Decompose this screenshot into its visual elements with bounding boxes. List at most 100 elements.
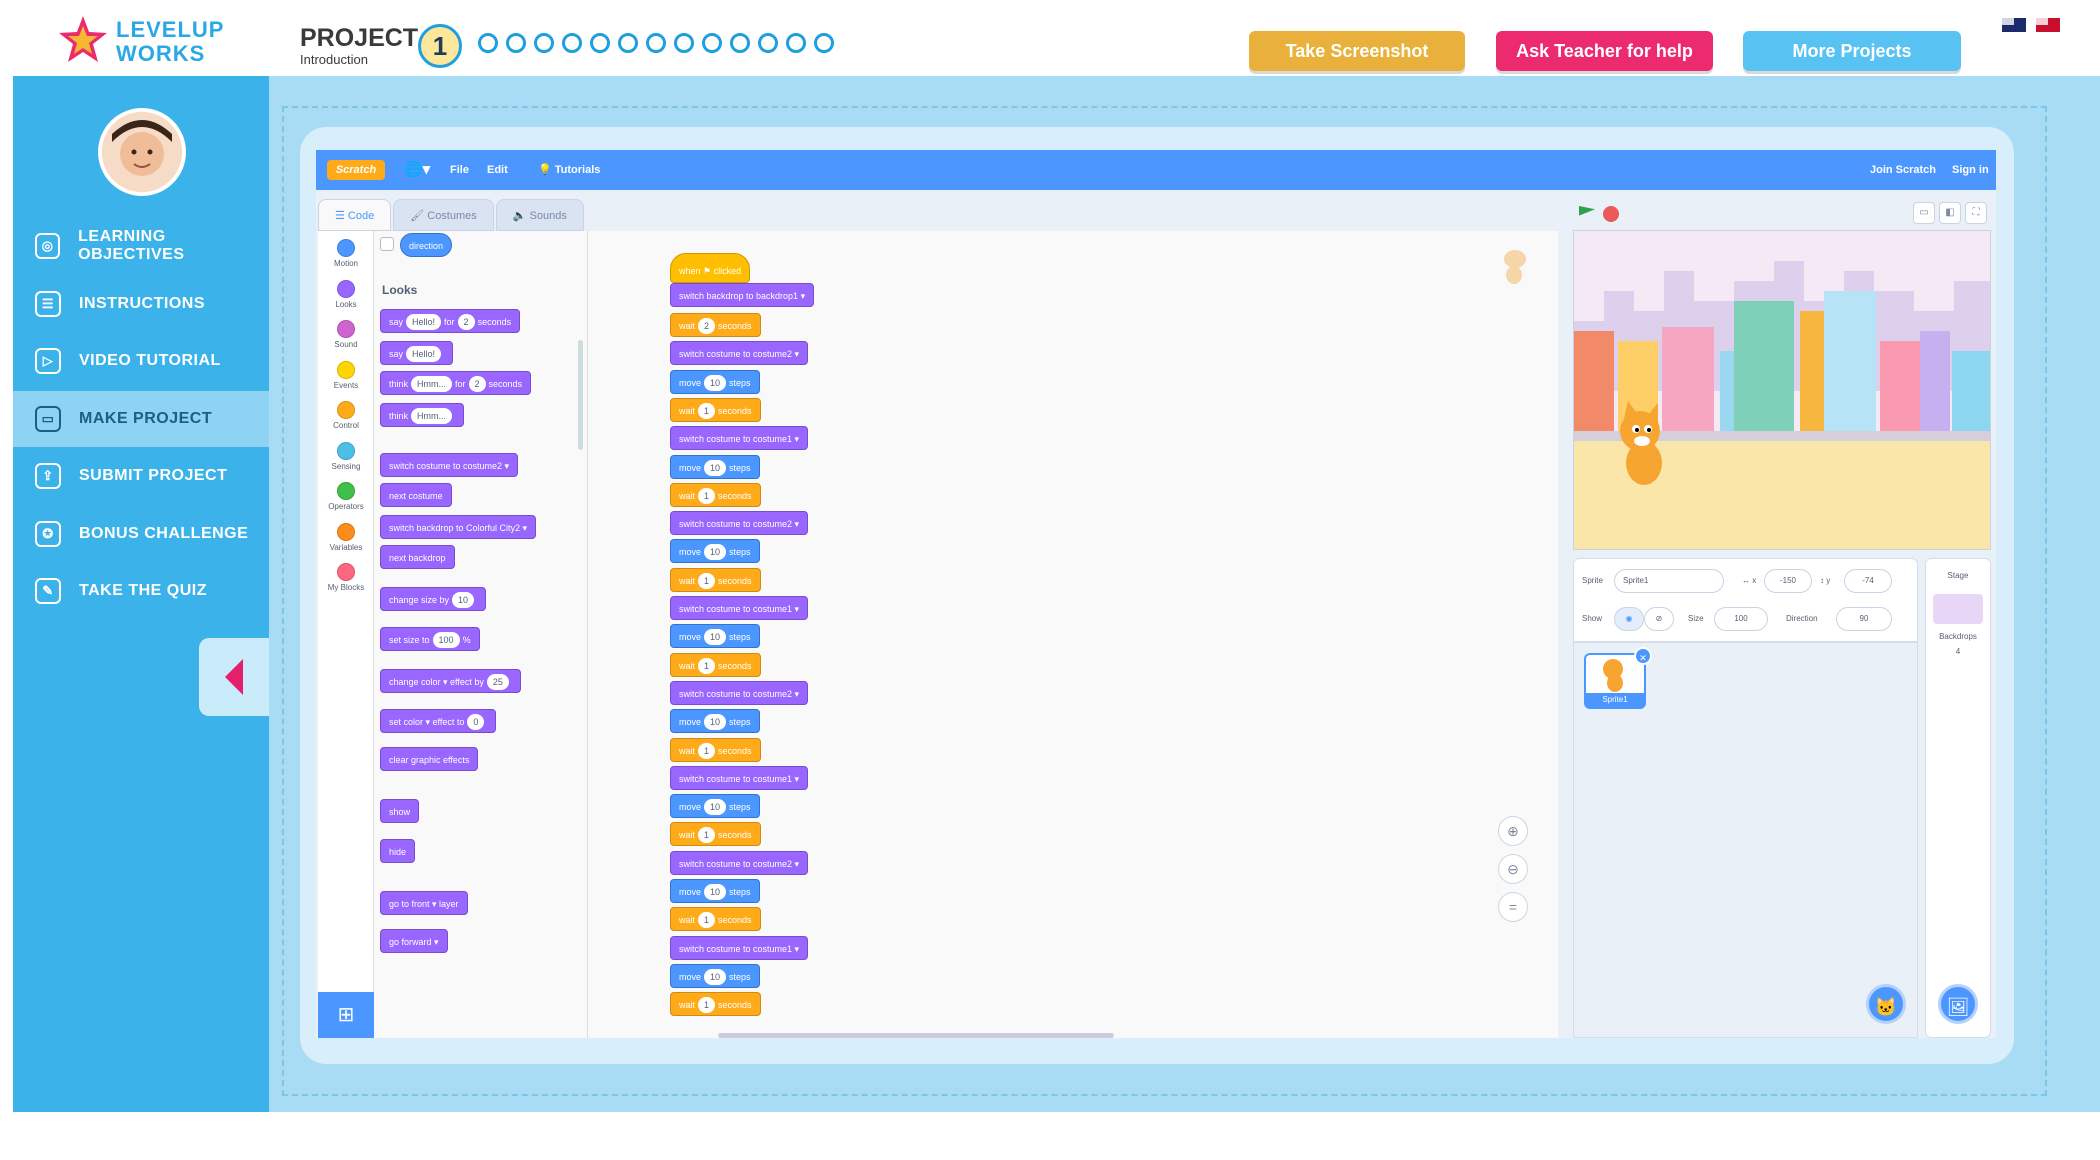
more-projects-button[interactable]: More Projects bbox=[1743, 31, 1961, 71]
move-script-block[interactable]: move 10 steps bbox=[670, 879, 760, 903]
category-motion[interactable]: Motion bbox=[318, 235, 374, 275]
switch-costume-script-block[interactable]: switch costume to costume1 ▾ bbox=[670, 596, 809, 620]
next-backdrop-block[interactable]: next backdrop bbox=[380, 545, 455, 569]
move-script-block[interactable]: move 10 steps bbox=[670, 624, 760, 649]
globe-icon[interactable]: 🌐▾ bbox=[404, 150, 430, 190]
zoom-in-button[interactable]: ⊕ bbox=[1498, 816, 1528, 846]
sidebar-item-learning-objectives[interactable]: ◎ LEARNING OBJECTIVES bbox=[13, 218, 269, 274]
hide-block[interactable]: hide bbox=[380, 839, 416, 863]
nz-flag-icon[interactable] bbox=[2002, 18, 2026, 32]
direction-input[interactable]: 90 bbox=[1836, 607, 1892, 631]
switch-backdrop-block[interactable]: switch backdrop to Colorful City2 ▾ bbox=[380, 515, 537, 539]
sidebar-item-make-project[interactable]: ▭ MAKE PROJECT bbox=[13, 390, 269, 447]
category-my-blocks[interactable]: My Blocks bbox=[318, 559, 374, 599]
step-dot[interactable] bbox=[814, 33, 834, 53]
move-script-block[interactable]: move 10 steps bbox=[670, 369, 760, 394]
sidebar-item-bonus-challenge[interactable]: ✪ BONUS CHALLENGE bbox=[13, 506, 269, 562]
switch-costume-script-block[interactable]: switch costume to costume2 ▾ bbox=[670, 511, 809, 536]
wait-script-block[interactable]: wait 1 seconds bbox=[670, 822, 761, 847]
step-dot[interactable] bbox=[590, 33, 610, 53]
y-position-input[interactable]: -74 bbox=[1844, 569, 1892, 593]
sidebar-item-video-tutorial[interactable]: ▷ VIDEO TUTORIAL bbox=[13, 333, 269, 389]
file-menu[interactable]: File bbox=[450, 150, 469, 190]
category-events[interactable]: Events bbox=[318, 357, 374, 397]
when-flag-clicked-block[interactable]: when ⚑ clicked bbox=[670, 253, 751, 283]
choose-sprite-button[interactable]: 🐱 bbox=[1866, 984, 1906, 1024]
say-block[interactable]: say Hello! bbox=[380, 341, 454, 365]
go-to-layer-block[interactable]: go to front ▾ layer bbox=[380, 891, 468, 915]
go-layers-block[interactable]: go forward ▾ bbox=[380, 929, 448, 953]
step-dot[interactable] bbox=[534, 33, 554, 53]
move-script-block[interactable]: move 10 steps bbox=[670, 539, 760, 564]
next-costume-block[interactable]: next costume bbox=[380, 483, 452, 507]
avatar[interactable] bbox=[98, 108, 186, 196]
edit-menu[interactable]: Edit bbox=[487, 150, 508, 190]
tutorials-menu[interactable]: 💡 Tutorials bbox=[538, 150, 600, 190]
wait-script-block[interactable]: wait 1 seconds bbox=[670, 397, 761, 422]
tab-sounds[interactable]: 🔈 Sounds bbox=[495, 199, 584, 231]
maori-flag-icon[interactable] bbox=[2036, 18, 2060, 32]
take-screenshot-button[interactable]: Take Screenshot bbox=[1249, 31, 1465, 71]
code-workspace[interactable]: when ⚑ clicked switch backdrop to backdr… bbox=[588, 231, 1558, 1038]
category-sensing[interactable]: Sensing bbox=[318, 438, 374, 478]
step-dot[interactable] bbox=[702, 33, 722, 53]
sidebar-item-instructions[interactable]: ☰ INSTRUCTIONS bbox=[13, 276, 269, 332]
add-extension-button[interactable]: ⊞ bbox=[318, 992, 374, 1038]
move-script-block[interactable]: move 10 steps bbox=[670, 454, 760, 479]
direction-checkbox[interactable] bbox=[380, 237, 394, 251]
wait-script-block[interactable]: wait 1 seconds bbox=[670, 907, 761, 932]
category-variables[interactable]: Variables bbox=[318, 519, 374, 559]
sidebar-item-submit-project[interactable]: ⇪ SUBMIT PROJECT bbox=[13, 448, 269, 504]
step-dot[interactable] bbox=[506, 33, 526, 53]
category-operators[interactable]: Operators bbox=[318, 478, 374, 518]
set-size-block[interactable]: set size to 100% bbox=[380, 627, 480, 651]
set-effect-block[interactable]: set color ▾ effect to 0 bbox=[380, 709, 497, 733]
step-dot[interactable] bbox=[618, 33, 638, 53]
logout-link[interactable]: ⇥ Log out bbox=[163, 1126, 203, 1160]
wait-script-block[interactable]: wait 2 seconds bbox=[670, 313, 761, 337]
large-stage-icon[interactable]: ◧ bbox=[1939, 202, 1961, 224]
change-size-block[interactable]: change size by 10 bbox=[380, 587, 487, 611]
switch-costume-script-block[interactable]: switch costume to costume1 ▾ bbox=[670, 935, 809, 960]
switch-backdrop-script-block[interactable]: switch backdrop to backdrop1 ▾ bbox=[670, 283, 815, 307]
sprite-thumbnail[interactable]: Sprite1 ✕ bbox=[1584, 647, 1652, 709]
show-block[interactable]: show bbox=[380, 799, 420, 823]
switch-costume-script-block[interactable]: switch costume to costume2 ▾ bbox=[670, 680, 809, 705]
wait-script-block[interactable]: wait 1 seconds bbox=[670, 992, 761, 1017]
small-stage-icon[interactable]: ▭ bbox=[1913, 202, 1935, 224]
ask-teacher-button[interactable]: Ask Teacher for help bbox=[1496, 31, 1713, 71]
wait-script-block[interactable]: wait 1 seconds bbox=[670, 482, 761, 507]
step-dot[interactable] bbox=[758, 33, 778, 53]
think-for-block[interactable]: think Hmm... for 2 seconds bbox=[380, 371, 532, 395]
direction-reporter-block[interactable]: direction bbox=[400, 233, 453, 257]
wait-script-block[interactable]: wait 1 seconds bbox=[670, 652, 761, 677]
step-dot[interactable] bbox=[786, 33, 806, 53]
stage-selector-pane[interactable]: Stage Backdrops 4 bbox=[1925, 558, 1991, 1038]
say-for-block[interactable]: say Hello! for 2 seconds bbox=[380, 309, 521, 333]
backdrop-thumbnail[interactable] bbox=[1933, 594, 1983, 624]
category-looks[interactable]: Looks bbox=[318, 276, 374, 316]
collapse-sidebar-button[interactable] bbox=[199, 638, 269, 716]
switch-costume-block[interactable]: switch costume to costume2 ▾ bbox=[380, 453, 519, 477]
stage-canvas[interactable] bbox=[1573, 230, 1991, 550]
hide-visible-toggle[interactable]: ⊘ bbox=[1644, 607, 1674, 631]
step-dot[interactable] bbox=[478, 33, 498, 53]
step-dot[interactable] bbox=[730, 33, 750, 53]
zoom-out-button[interactable]: ⊖ bbox=[1498, 854, 1528, 884]
scratch-logo[interactable]: Scratch bbox=[327, 160, 385, 180]
move-script-block[interactable]: move 10 steps bbox=[670, 963, 760, 988]
sprite-name-input[interactable]: Sprite1 bbox=[1614, 569, 1724, 593]
settings-link[interactable]: ⚙ Settings bbox=[105, 1126, 148, 1160]
workspace-horizontal-scrollbar[interactable] bbox=[718, 1033, 1114, 1038]
wait-script-block[interactable]: wait 1 seconds bbox=[670, 567, 761, 592]
change-effect-block[interactable]: change color ▾ effect by 25 bbox=[380, 669, 521, 693]
stop-icon[interactable] bbox=[1603, 206, 1619, 222]
switch-costume-script-block[interactable]: switch costume to costume1 ▾ bbox=[670, 426, 809, 451]
current-step-indicator[interactable]: 1 bbox=[418, 24, 462, 68]
think-block[interactable]: think Hmm... bbox=[380, 403, 465, 427]
clear-effects-block[interactable]: clear graphic effects bbox=[380, 747, 479, 771]
fullscreen-icon[interactable]: ⛶ bbox=[1965, 202, 1987, 224]
switch-costume-script-block[interactable]: switch costume to costume2 ▾ bbox=[670, 341, 809, 366]
category-sound[interactable]: Sound bbox=[318, 316, 374, 356]
sign-in-link[interactable]: Sign in bbox=[1952, 150, 1989, 190]
